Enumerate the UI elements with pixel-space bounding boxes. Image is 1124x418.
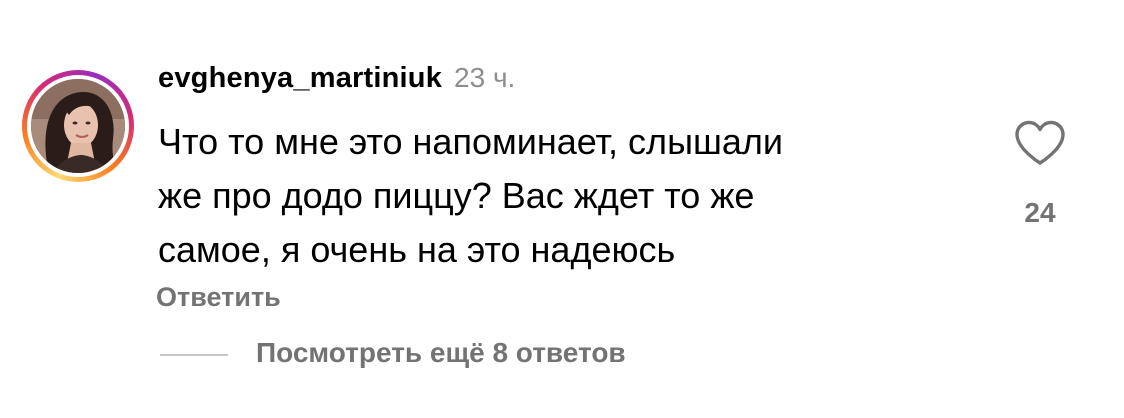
reply-button[interactable]: Ответить: [156, 282, 281, 313]
comment-text-line: Что то мне это напоминает, слышали: [158, 121, 783, 162]
comment-text-line: же про додо пиццу? Вас ждет то же: [158, 175, 755, 216]
avatar-ring-gap: [27, 75, 129, 177]
view-replies-button[interactable]: Посмотреть ещё 8 ответов: [256, 337, 626, 369]
comment-text: Что то мне это напоминает, слышали же пр…: [158, 115, 938, 277]
comment-timestamp: 23 ч.: [454, 62, 516, 93]
heart-outline-icon[interactable]: [1014, 120, 1066, 166]
comment-text-line: самое, я очень на это надеюсь: [158, 229, 676, 270]
comment-header: evghenya_martiniuk 23 ч.: [158, 62, 515, 95]
username-link[interactable]: evghenya_martiniuk: [158, 62, 442, 95]
avatar[interactable]: [31, 79, 125, 173]
avatar-photo-graphic: [31, 79, 125, 173]
heart-icon-graphic: [1015, 120, 1065, 165]
like-count: 24: [1024, 197, 1056, 228]
replies-divider-line: [160, 354, 228, 356]
avatar-story-ring[interactable]: [22, 70, 134, 182]
